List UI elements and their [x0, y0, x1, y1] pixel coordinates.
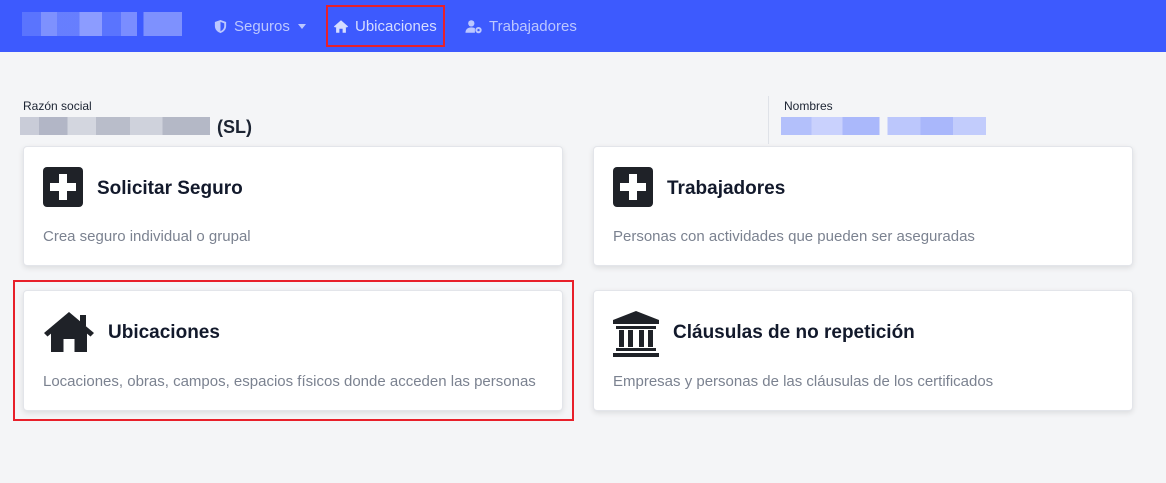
plus-square-icon	[613, 167, 653, 207]
home-icon	[333, 19, 349, 33]
user-gear-icon	[465, 19, 482, 33]
header-divider	[768, 96, 769, 144]
nav-item-ubicaciones[interactable]: Ubicaciones	[333, 0, 437, 52]
nombres-label: Nombres	[784, 99, 833, 113]
card-trabajadores[interactable]: Trabajadores Personas con actividades qu…	[593, 146, 1133, 266]
nav-item-label: Seguros	[234, 17, 290, 35]
nombres-value-redacted	[781, 117, 986, 135]
card-title: Ubicaciones	[108, 322, 220, 343]
card-title: Trabajadores	[667, 178, 786, 199]
bank-icon	[613, 311, 659, 357]
card-clausulas-no-repeticion[interactable]: Cláusulas de no repetición Empresas y pe…	[593, 290, 1133, 411]
card-description: Personas con actividades que pueden ser …	[613, 228, 975, 245]
nav-item-trabajadores[interactable]: Trabajadores	[465, 0, 577, 52]
top-navbar: Seguros Ubicaciones Trabajadores	[0, 0, 1166, 52]
nav-item-label: Ubicaciones	[355, 17, 437, 35]
chevron-down-icon	[297, 23, 306, 29]
plus-square-icon	[43, 167, 83, 207]
brand-logo[interactable]	[22, 12, 182, 36]
card-description: Empresas y personas de las cláusulas de …	[613, 373, 994, 390]
card-title: Solicitar Seguro	[97, 178, 243, 199]
nav-item-seguros[interactable]: Seguros	[213, 0, 306, 52]
card-title: Cláusulas de no repetición	[673, 322, 915, 343]
razon-social-label: Razón social	[23, 99, 92, 113]
razon-social-suffix: (SL)	[217, 117, 252, 137]
card-ubicaciones[interactable]: Ubicaciones Locaciones, obras, campos, e…	[23, 290, 563, 411]
nav-item-label: Trabajadores	[489, 17, 577, 35]
home-icon	[44, 312, 94, 352]
shield-icon	[214, 19, 227, 33]
card-solicitar-seguro[interactable]: Solicitar Seguro Crea seguro individual …	[23, 146, 563, 266]
razon-social-value-redacted	[20, 117, 210, 135]
card-description: Locaciones, obras, campos, espacios físi…	[43, 373, 536, 390]
card-description: Crea seguro individual o grupal	[43, 228, 251, 245]
